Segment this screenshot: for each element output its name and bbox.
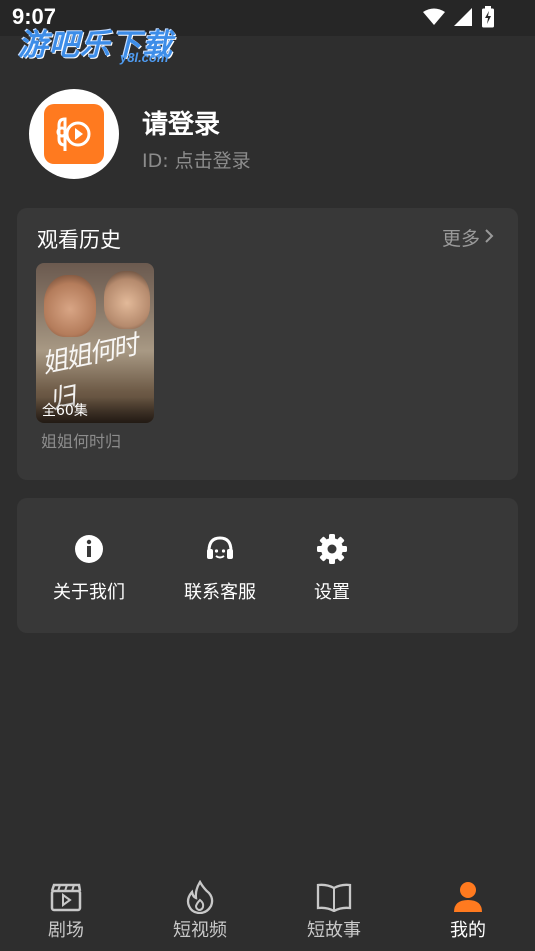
nav-mine-label: 我的 [450,920,486,941]
battery-icon [481,6,495,32]
flame-icon [184,879,216,915]
poster-figure-left [44,275,96,337]
clapperboard-icon [50,879,82,915]
watermark-domain: y8l.com [120,50,169,65]
wifi-icon [423,8,445,30]
status-icons [423,6,495,32]
history-title: 观看历史 [37,228,121,252]
headset-icon [203,532,237,566]
app-logo-icon [44,104,104,164]
signal-icon [453,7,473,31]
watermark-logo: 游吧乐下载 y8l.com [18,20,173,65]
more-label: 更多 [441,228,480,250]
nav-short-video-label: 短视频 [173,920,227,941]
nav-theater-label: 剧场 [48,920,84,941]
settings-button[interactable]: 设置 [314,532,350,604]
customer-service-label: 联系客服 [184,582,256,603]
user-icon [452,879,484,915]
book-icon [316,879,352,915]
history-more-link[interactable]: 更多 [442,224,494,251]
nav-short-story[interactable]: 短故事 [284,879,384,942]
nav-short-story-label: 短故事 [307,920,361,941]
user-id-label[interactable]: ID: 点击登录 [142,146,251,173]
chevron-right-icon [484,227,494,249]
customer-service-button[interactable]: 联系客服 [184,532,256,604]
nav-short-video[interactable]: 短视频 [150,879,250,942]
about-us-button[interactable]: 关于我们 [53,532,125,604]
about-us-label: 关于我们 [53,582,125,603]
history-item-title[interactable]: 姐姐何时归 [41,428,121,452]
settings-label: 设置 [314,582,350,603]
info-icon [72,532,106,566]
poster-figure-right [104,271,150,329]
episode-count: 全60集 [42,403,88,419]
menu-card: 关于我们 联系客服 设置 [17,498,518,633]
nav-theater[interactable]: 剧场 [16,879,116,942]
watch-history-card: 观看历史 更多 姐姐何时归 全60集 姐姐何时归 [17,208,518,480]
nav-mine[interactable]: 我的 [418,879,518,942]
gear-icon [315,532,349,566]
bottom-nav: 剧场 短视频 短故事 我的 [0,871,535,951]
login-prompt[interactable]: 请登录 [142,104,220,141]
avatar[interactable] [29,89,119,179]
history-item-poster[interactable]: 姐姐何时归 全60集 [36,263,154,423]
